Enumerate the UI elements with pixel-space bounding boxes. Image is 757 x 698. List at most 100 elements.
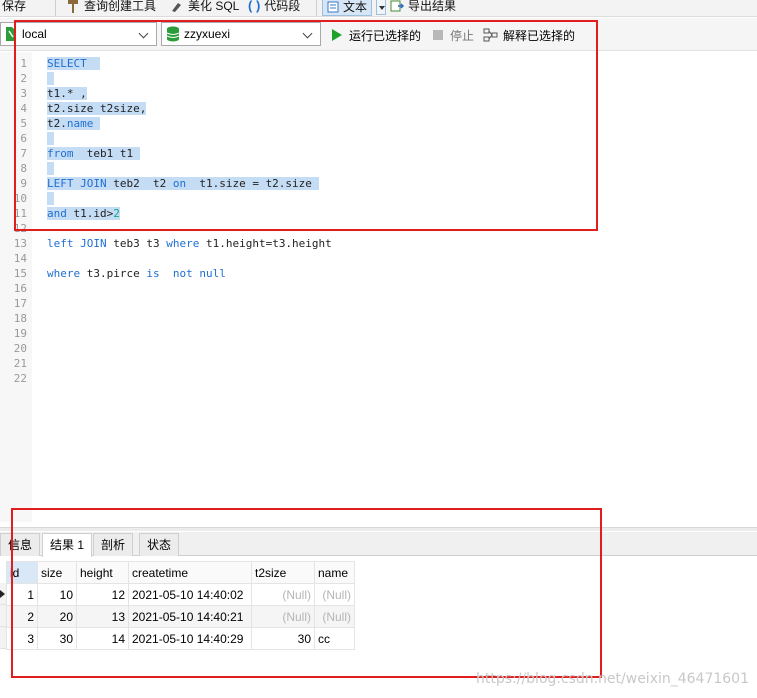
- watermark: https://blog.csdn.net/weixin_46471601: [475, 671, 749, 687]
- chevron-down-icon: [138, 27, 152, 41]
- column-header-size[interactable]: size: [37, 561, 77, 584]
- chevron-down-icon: [302, 27, 316, 41]
- line-number: 3: [20, 87, 27, 100]
- run-selected-button[interactable]: 运行已选择的: [330, 26, 421, 44]
- connection-select[interactable]: local: [0, 22, 157, 46]
- table-cell[interactable]: 2021-05-10 14:40:29: [128, 627, 252, 650]
- column-header-id[interactable]: id: [6, 561, 38, 584]
- table-cell[interactable]: 1: [6, 583, 38, 606]
- column-header-t2size[interactable]: t2size: [251, 561, 315, 584]
- line-number: 4: [20, 102, 27, 115]
- text-mode-dropdown-arrow[interactable]: [376, 0, 386, 15]
- sql-keyword: is: [146, 267, 160, 280]
- code-line[interactable]: t2.name: [47, 116, 100, 131]
- column-header-height[interactable]: height: [76, 561, 129, 584]
- code-line[interactable]: t1.* ,: [47, 86, 87, 101]
- line-number: 22: [13, 372, 27, 385]
- line-number: 11: [13, 207, 27, 220]
- table-cell[interactable]: 30: [37, 627, 77, 650]
- line-number: 19: [13, 327, 27, 340]
- table-cell[interactable]: (Null): [251, 583, 315, 606]
- tab-result-3[interactable]: 状态: [139, 533, 180, 556]
- text-mode-button[interactable]: 文本: [322, 0, 373, 16]
- table-row[interactable]: 2 20 13 2021-05-10 14:40:21 (Null) (Null): [6, 605, 355, 628]
- stop-button[interactable]: 停止: [432, 26, 474, 44]
- sql-keyword: from: [47, 147, 74, 160]
- export-results-button[interactable]: 导出结果: [390, 0, 456, 15]
- database-value: zzyxuexi: [184, 27, 231, 41]
- result-table[interactable]: id size height createtime t2size name 1 10 12 20…: [6, 561, 355, 650]
- editor-results-splitter[interactable]: [0, 527, 757, 531]
- beautify-sql-button[interactable]: 美化 SQL: [170, 0, 239, 15]
- tab-result-1[interactable]: 结果 1: [42, 533, 93, 557]
- code-line[interactable]: from teb1 t1: [47, 146, 140, 161]
- code-line[interactable]: left JOIN teb3 t3 where t1.height=t3.hei…: [47, 236, 332, 251]
- table-cell[interactable]: 14: [76, 627, 129, 650]
- line-number: 9: [20, 177, 27, 190]
- database-select[interactable]: zzyxuexi: [161, 22, 321, 46]
- table-cell[interactable]: 3: [6, 627, 38, 650]
- toolbar-separator: [55, 0, 56, 16]
- sql-keyword: where: [166, 237, 200, 250]
- table-cell[interactable]: (Null): [314, 605, 355, 628]
- sql-keyword: left JOIN: [47, 237, 107, 250]
- line-number: 21: [13, 357, 27, 370]
- sql-keyword: SELECT: [47, 57, 87, 70]
- line-number: 8: [20, 162, 27, 175]
- tab-result-2[interactable]: 剖析: [93, 533, 134, 556]
- table-cell[interactable]: 2: [6, 605, 38, 628]
- code-line[interactable]: [47, 71, 54, 86]
- line-number: 13: [13, 237, 27, 250]
- result-tabs: 信息 结果 1 剖析 状态: [0, 532, 757, 557]
- sql-keyword: name: [66, 117, 94, 130]
- table-cell[interactable]: 12: [76, 583, 129, 606]
- save-button[interactable]: 保存: [2, 0, 26, 15]
- table-row[interactable]: 3 30 14 2021-05-10 14:40:29 30 cc: [6, 627, 355, 650]
- snippet-button[interactable]: ( ) 代码段: [248, 0, 300, 15]
- sql-editor[interactable]: 1 2 3 4 5 6 7 8 9 10 11 12 13 14 15 16 17 18 19 20 21 22 SELE…: [0, 52, 757, 522]
- line-number-gutter: 1 2 3 4 5 6 7 8 9 10 11 12 13 14 15 16 17 18 19 20 21 22: [0, 52, 32, 522]
- explain-selected-label: 解释已选择的: [503, 28, 576, 43]
- code-line[interactable]: LEFT JOIN teb2 t2 on t1.size = t2.size: [47, 176, 319, 191]
- line-number: 1: [20, 57, 27, 70]
- database-icon: [166, 26, 180, 42]
- code-line[interactable]: t2.size t2size,: [47, 101, 147, 116]
- table-cell[interactable]: cc: [314, 627, 355, 650]
- code-line[interactable]: SELECT: [47, 56, 100, 71]
- table-row[interactable]: 1 10 12 2021-05-10 14:40:02 (Null) (Null): [6, 583, 355, 606]
- table-cell[interactable]: (Null): [314, 583, 355, 606]
- code-line[interactable]: and t1.id>2: [47, 206, 120, 221]
- table-cell[interactable]: 2021-05-10 14:40:02: [128, 583, 252, 606]
- column-header-createtime[interactable]: createtime: [128, 561, 252, 584]
- sql-text: t2.: [47, 117, 67, 130]
- text-document-icon: [327, 1, 339, 13]
- table-cell[interactable]: 13: [76, 605, 129, 628]
- table-cell[interactable]: 30: [251, 627, 315, 650]
- table-cell[interactable]: 20: [37, 605, 77, 628]
- line-number: 20: [13, 342, 27, 355]
- sql-text: teb1 t1: [73, 147, 140, 160]
- table-cell[interactable]: (Null): [251, 605, 315, 628]
- stop-icon: [433, 30, 443, 40]
- code-line[interactable]: [47, 131, 54, 146]
- table-cell[interactable]: 2021-05-10 14:40:21: [128, 605, 252, 628]
- tab-result-0[interactable]: 信息: [0, 533, 41, 556]
- code-line[interactable]: where t3.pirce is not null: [47, 266, 226, 281]
- line-number: 12: [13, 222, 27, 235]
- table-cell[interactable]: 10: [37, 583, 77, 606]
- sql-keyword: on: [172, 177, 187, 190]
- code-line[interactable]: [47, 161, 54, 176]
- query-builder-button[interactable]: 查询创建工具: [66, 0, 156, 15]
- line-number: 18: [13, 312, 27, 325]
- explain-selected-button[interactable]: 解释已选择的: [483, 26, 575, 44]
- sql-number: 2: [113, 207, 120, 220]
- snippet-label: 代码段: [264, 0, 301, 13]
- line-number: 14: [13, 252, 27, 265]
- sql-text: t1.size = t2.size: [186, 177, 319, 190]
- code-line[interactable]: [47, 191, 54, 206]
- column-header-name[interactable]: name: [314, 561, 355, 584]
